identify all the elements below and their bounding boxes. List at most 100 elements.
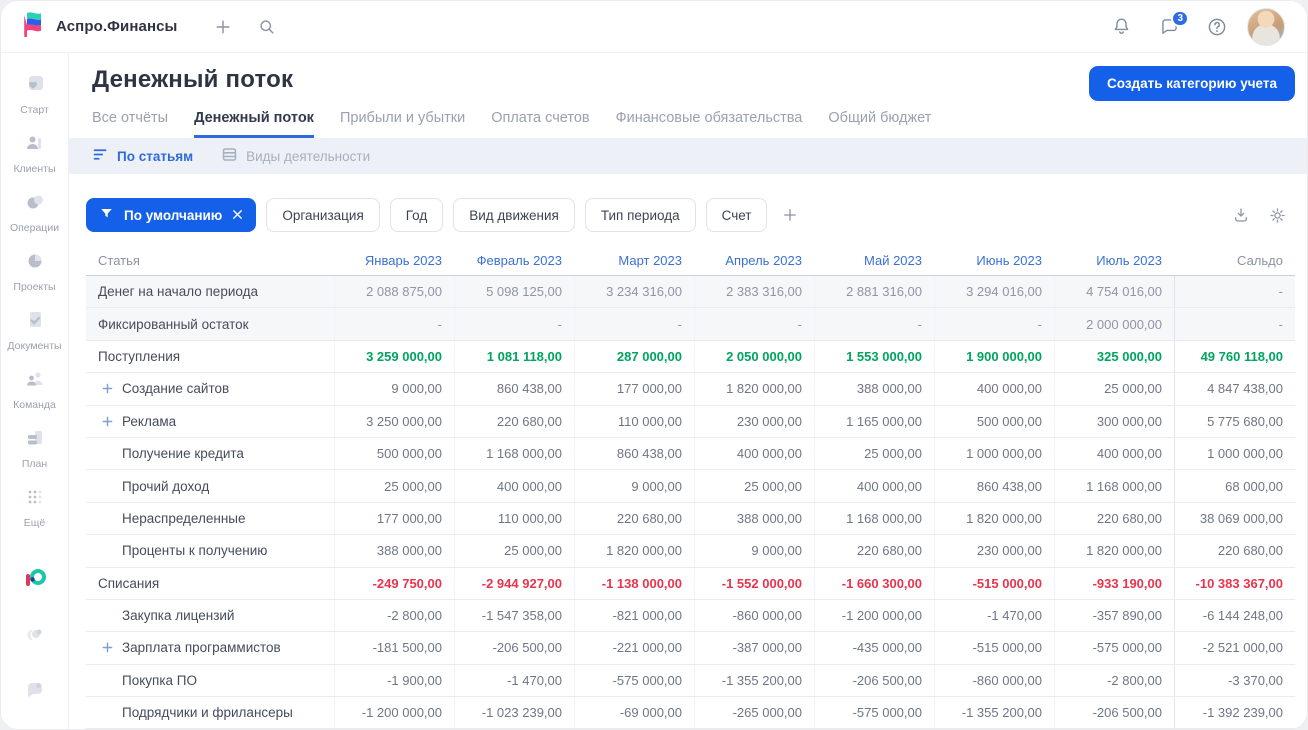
- subtab-by-articles[interactable]: По статьям: [92, 146, 193, 166]
- cell-value[interactable]: 220 680,00: [1054, 503, 1174, 534]
- download-icon[interactable]: [1232, 206, 1250, 224]
- tab-cash-flow[interactable]: Денежный поток: [194, 110, 314, 138]
- cell-value[interactable]: 2 881 316,00: [814, 276, 934, 307]
- cell-value[interactable]: 177 000,00: [574, 373, 694, 404]
- cell-value[interactable]: -1 200 000,00: [814, 600, 934, 631]
- expand-row-icon[interactable]: [102, 416, 114, 427]
- cell-value[interactable]: 1 168 000,00: [454, 438, 574, 469]
- cell-value[interactable]: -: [814, 308, 934, 339]
- cell-value[interactable]: -1 023 239,00: [454, 697, 574, 728]
- cell-value[interactable]: 25 000,00: [694, 470, 814, 501]
- cell-value[interactable]: 500 000,00: [334, 438, 454, 469]
- cell-value[interactable]: 220 680,00: [454, 406, 574, 437]
- cell-value[interactable]: 860 438,00: [934, 470, 1054, 501]
- cell-value[interactable]: -1 900,00: [334, 665, 454, 696]
- cell-value[interactable]: 400 000,00: [694, 438, 814, 469]
- column-header-month[interactable]: Февраль 2023: [454, 253, 574, 268]
- cell-value[interactable]: 1 820 000,00: [934, 503, 1054, 534]
- sidebar-item-clients[interactable]: Клиенты: [3, 124, 67, 183]
- cell-value[interactable]: 300 000,00: [1054, 406, 1174, 437]
- cell-saldo[interactable]: -1 392 239,00: [1174, 697, 1295, 728]
- sidebar-item-plan[interactable]: План: [3, 419, 67, 478]
- cell-value[interactable]: -2 800,00: [334, 600, 454, 631]
- sidebar-item-projects[interactable]: Проекты: [3, 242, 67, 301]
- cell-value[interactable]: 9 000,00: [334, 373, 454, 404]
- cell-value[interactable]: 25 000,00: [334, 470, 454, 501]
- support-chat-icon[interactable]: [23, 678, 47, 707]
- cell-value[interactable]: -265 000,00: [694, 697, 814, 728]
- close-icon[interactable]: [232, 208, 243, 223]
- cell-value[interactable]: -860 000,00: [694, 600, 814, 631]
- add-filter-button[interactable]: [781, 206, 799, 224]
- cell-value[interactable]: 325 000,00: [1054, 341, 1174, 372]
- cell-value[interactable]: -: [694, 308, 814, 339]
- cell-value[interactable]: 25 000,00: [454, 535, 574, 566]
- column-header-month[interactable]: Июль 2023: [1054, 253, 1174, 268]
- cell-value[interactable]: 287 000,00: [574, 341, 694, 372]
- avatar[interactable]: [1247, 8, 1285, 46]
- cell-value[interactable]: 230 000,00: [934, 535, 1054, 566]
- bell-icon[interactable]: [1103, 9, 1139, 45]
- cell-value[interactable]: 25 000,00: [814, 438, 934, 469]
- cell-value[interactable]: -1 355 200,00: [934, 697, 1054, 728]
- cell-value[interactable]: -249 750,00: [334, 568, 454, 599]
- cell-value[interactable]: -: [574, 308, 694, 339]
- filter-chip-organization[interactable]: Организация: [266, 198, 379, 232]
- messages-icon[interactable]: 3: [1151, 9, 1187, 45]
- help-icon[interactable]: [1199, 9, 1235, 45]
- cell-value[interactable]: 1 168 000,00: [814, 503, 934, 534]
- add-button[interactable]: [205, 9, 241, 45]
- cell-value[interactable]: -1 552 000,00: [694, 568, 814, 599]
- cell-saldo[interactable]: 5 775 680,00: [1174, 406, 1295, 437]
- row-label[interactable]: Проценты к получению: [86, 543, 334, 558]
- sidebar-item-documents[interactable]: Документы: [3, 301, 67, 360]
- cell-value[interactable]: -933 190,00: [1054, 568, 1174, 599]
- cell-value[interactable]: 1 000 000,00: [934, 438, 1054, 469]
- sidebar-item-operations[interactable]: Операции: [3, 183, 67, 242]
- cell-saldo[interactable]: -: [1174, 276, 1295, 307]
- row-label[interactable]: Прочий доход: [86, 479, 334, 494]
- cell-value[interactable]: -515 000,00: [934, 568, 1054, 599]
- row-label[interactable]: Фиксированный остаток: [86, 317, 334, 332]
- cell-value[interactable]: 860 438,00: [574, 438, 694, 469]
- row-label[interactable]: Реклама: [86, 414, 334, 429]
- settings-icon[interactable]: [23, 623, 47, 652]
- cell-value[interactable]: -: [454, 308, 574, 339]
- cell-value[interactable]: 4 754 016,00: [1054, 276, 1174, 307]
- cell-value[interactable]: -2 800,00: [1054, 665, 1174, 696]
- sidebar-item-more[interactable]: Ещё: [3, 478, 67, 537]
- cell-value[interactable]: 3 234 316,00: [574, 276, 694, 307]
- cell-saldo[interactable]: 1 000 000,00: [1174, 438, 1295, 469]
- cell-value[interactable]: -181 500,00: [334, 632, 454, 663]
- cell-value[interactable]: -860 000,00: [934, 665, 1054, 696]
- cell-value[interactable]: 1 081 118,00: [454, 341, 574, 372]
- cell-value[interactable]: 110 000,00: [574, 406, 694, 437]
- row-label[interactable]: Денег на начало периода: [86, 284, 334, 299]
- cell-value[interactable]: -1 470,00: [454, 665, 574, 696]
- cell-value[interactable]: 388 000,00: [694, 503, 814, 534]
- cell-value[interactable]: 220 680,00: [574, 503, 694, 534]
- tab-general-budget[interactable]: Общий бюджет: [828, 110, 931, 138]
- cell-value[interactable]: 860 438,00: [454, 373, 574, 404]
- cell-value[interactable]: -: [334, 308, 454, 339]
- tab-invoice-payment[interactable]: Оплата счетов: [491, 110, 589, 138]
- cell-saldo[interactable]: -: [1174, 308, 1295, 339]
- cell-saldo[interactable]: -2 521 000,00: [1174, 632, 1295, 663]
- cell-value[interactable]: 25 000,00: [1054, 373, 1174, 404]
- cell-value[interactable]: 1 820 000,00: [574, 535, 694, 566]
- filter-chip-period-type[interactable]: Тип периода: [585, 198, 696, 232]
- filter-chip-year[interactable]: Год: [390, 198, 444, 232]
- sidebar-item-team[interactable]: Команда: [3, 360, 67, 419]
- cell-value[interactable]: 9 000,00: [574, 470, 694, 501]
- subtab-activity-types[interactable]: Виды деятельности: [221, 146, 370, 166]
- cell-saldo[interactable]: 49 760 118,00: [1174, 341, 1295, 372]
- cell-value[interactable]: 3 259 000,00: [334, 341, 454, 372]
- cell-saldo[interactable]: 4 847 438,00: [1174, 373, 1295, 404]
- aspro-logo-icon[interactable]: [22, 566, 48, 597]
- cell-value[interactable]: 220 680,00: [814, 535, 934, 566]
- cell-value[interactable]: -357 890,00: [1054, 600, 1174, 631]
- cell-value[interactable]: -821 000,00: [574, 600, 694, 631]
- cell-value[interactable]: -575 000,00: [1054, 632, 1174, 663]
- cell-value[interactable]: -69 000,00: [574, 697, 694, 728]
- cell-value[interactable]: 388 000,00: [814, 373, 934, 404]
